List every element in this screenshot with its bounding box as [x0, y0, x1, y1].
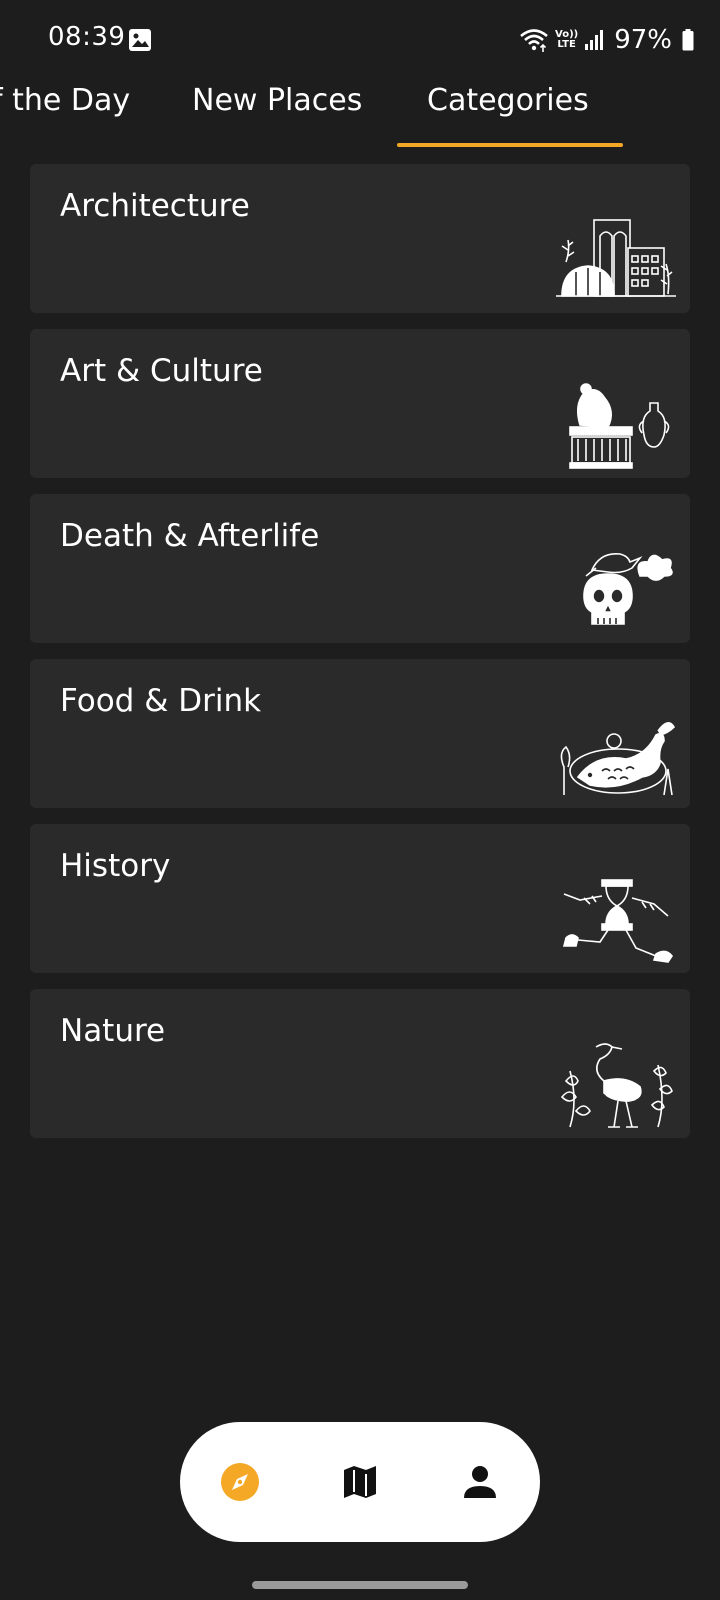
map-icon: [344, 1466, 376, 1498]
category-card-nature[interactable]: Nature: [30, 989, 690, 1138]
category-label: Food & Drink: [60, 683, 262, 719]
history-illustration: [562, 879, 673, 963]
category-label: Nature: [60, 1013, 166, 1049]
screen: 08:39 Vo)) LTE 97% f the Day New Places …: [0, 0, 720, 1600]
bottom-nav: [180, 1422, 540, 1542]
nav-map-button[interactable]: [338, 1460, 382, 1504]
category-card-death-afterlife[interactable]: Death & Afterlife: [30, 494, 690, 643]
volte-icon: Vo)) LTE: [555, 30, 578, 50]
status-right: Vo)) LTE 97%: [519, 24, 694, 56]
category-label: Architecture: [60, 188, 250, 224]
tab-selected-indicator: [397, 143, 623, 147]
category-list: Architecture Art & Culture Death & After…: [30, 164, 690, 1154]
battery-icon: [682, 29, 694, 51]
tab-place-of-the-day[interactable]: f the Day: [0, 83, 130, 118]
home-indicator[interactable]: [252, 1581, 468, 1589]
category-label: History: [60, 848, 171, 884]
status-bar: 08:39 Vo)) LTE 97%: [0, 0, 720, 80]
category-card-architecture[interactable]: Architecture: [30, 164, 690, 313]
category-card-food-drink[interactable]: Food & Drink: [30, 659, 690, 808]
architecture-illustration: [556, 219, 676, 297]
status-time: 08:39: [48, 22, 126, 52]
battery-percent: 97%: [614, 25, 672, 55]
death-afterlife-illustration: [583, 553, 673, 625]
tab-categories[interactable]: Categories: [427, 83, 589, 118]
wifi-icon: [520, 29, 548, 52]
category-card-history[interactable]: History: [30, 824, 690, 973]
food-drink-illustration: [560, 722, 676, 796]
category-label: Art & Culture: [60, 353, 263, 389]
volte-line2: LTE: [557, 39, 576, 50]
nav-explore-button[interactable]: [218, 1460, 262, 1504]
compass-icon: [221, 1463, 259, 1501]
nature-illustration: [560, 1043, 673, 1128]
art-culture-illustration: [569, 383, 670, 469]
gallery-icon: [129, 29, 151, 51]
tab-new-places[interactable]: New Places: [192, 83, 362, 118]
category-label: Death & Afterlife: [60, 518, 320, 554]
category-card-art-culture[interactable]: Art & Culture: [30, 329, 690, 478]
tab-bar: f the Day New Places Categories: [0, 80, 720, 148]
person-icon: [464, 1466, 496, 1498]
nav-profile-button[interactable]: [458, 1460, 502, 1504]
signal-icon: [585, 30, 604, 50]
